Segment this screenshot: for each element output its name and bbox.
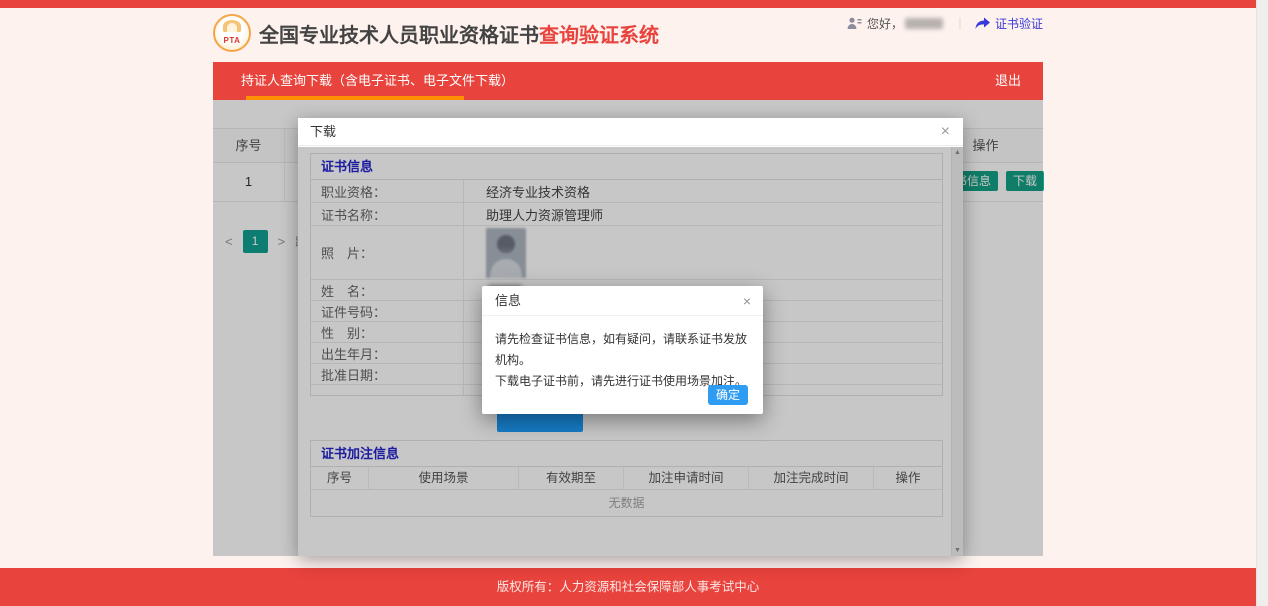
download-modal-title: 下载 — [310, 124, 336, 139]
top-red-bar — [0, 0, 1256, 8]
page-title-main: 全国专业技术人员职业资格证书 — [259, 25, 539, 47]
pta-logo: PTA — [213, 14, 251, 52]
page-scrollbar[interactable] — [1256, 0, 1268, 606]
certificate-verify-label: 证书验证 — [995, 15, 1043, 32]
download-modal-titlebar: 下载 × — [298, 118, 963, 146]
app-window: PTA 全国专业技术人员职业资格证书查询验证系统 您好， ｜ 证书验证 持证人查… — [0, 0, 1268, 606]
greeting-label: 您好， — [867, 15, 903, 32]
logout-button[interactable]: 退出 — [995, 62, 1021, 100]
certificate-verify-link[interactable]: 证书验证 — [975, 15, 1043, 32]
info-dialog: 信息 × 请先检查证书信息，如有疑问，请联系证书发放机构。 下载电子证书前，请先… — [482, 286, 763, 414]
user-icon — [847, 17, 862, 30]
confirm-button[interactable]: 确定 — [708, 385, 748, 405]
main-navbar: 持证人查询下载（含电子证书、电子文件下载） 退出 — [213, 62, 1043, 100]
header-separator: ｜ — [954, 15, 966, 32]
footer-bar: 版权所有：人力资源和社会保障部人事考试中心 — [0, 568, 1256, 606]
info-dialog-close-icon[interactable]: × — [743, 286, 751, 316]
info-dialog-titlebar: 信息 × — [482, 286, 763, 316]
info-dialog-title: 信息 — [495, 293, 521, 308]
share-arrow-icon — [975, 17, 990, 30]
info-dialog-message: 请先检查证书信息，如有疑问，请联系证书发放机构。 下载电子证书前，请先进行证书使… — [482, 316, 763, 392]
copyright-text: 版权所有：人力资源和社会保障部人事考试中心 — [0, 568, 1256, 606]
tab-holder-query-download-label: 持证人查询下载（含电子证书、电子文件下载） — [241, 73, 514, 88]
brand: PTA 全国专业技术人员职业资格证书查询验证系统 — [213, 14, 659, 52]
info-message-line1: 请先检查证书信息，如有疑问，请联系证书发放机构。 — [495, 329, 749, 371]
tab-holder-query-download[interactable]: 持证人查询下载（含电子证书、电子文件下载） — [241, 62, 514, 100]
logo-lotus-mark — [223, 20, 241, 32]
logo-text: PTA — [215, 36, 249, 45]
username-redacted — [905, 18, 943, 29]
page-title-accent: 查询验证系统 — [539, 25, 659, 47]
header-user-area: 您好， ｜ 证书验证 — [847, 15, 1043, 32]
page-title: 全国专业技术人员职业资格证书查询验证系统 — [259, 19, 659, 48]
download-modal-close-icon[interactable]: × — [941, 118, 950, 146]
